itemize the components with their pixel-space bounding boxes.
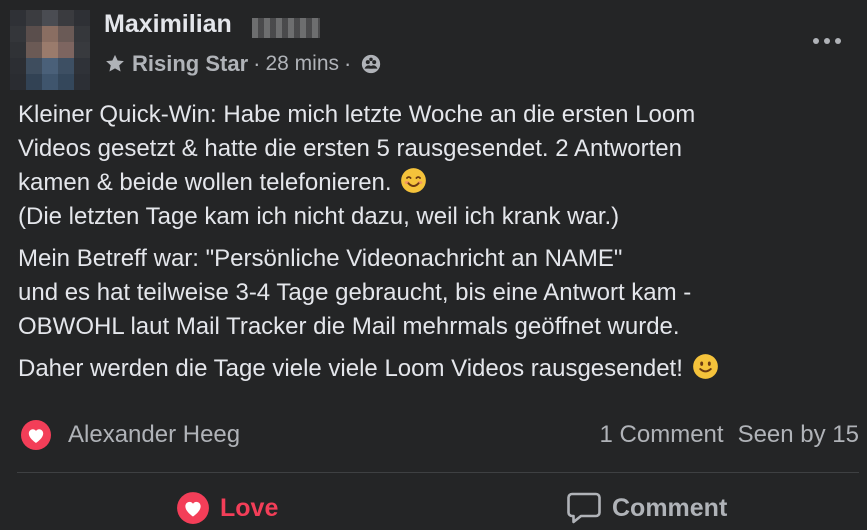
smiling-face-emoji-icon [401, 168, 427, 193]
author-name[interactable]: Maximilian [104, 10, 232, 39]
slight-smile-emoji-icon [692, 354, 718, 379]
post-timestamp[interactable]: 28 mins [265, 52, 339, 76]
post-paragraph: Daher werden die Tage viele viele Loom V… [18, 352, 858, 386]
divider [17, 472, 859, 473]
post-text-line: Mein Betreff war: "Persönliche Videonach… [18, 245, 623, 272]
reactor-name[interactable]: Alexander Heeg [68, 421, 240, 449]
post-paragraph: Kleiner Quick-Win: Habe mich letzte Woch… [18, 98, 858, 234]
more-dot [813, 38, 819, 44]
post-text-line: kamen & beide wollen telefonieren. [18, 166, 858, 200]
love-icon [177, 492, 209, 524]
comment-bubble-icon [567, 492, 601, 524]
post-text-line: OBWOHL laut Mail Tracker die Mail mehrma… [18, 313, 680, 340]
love-reaction-icon[interactable] [20, 419, 52, 451]
comment-button-label: Comment [612, 493, 728, 522]
post-text-line: Videos gesetzt & hatte die ersten 5 raus… [18, 135, 682, 162]
love-button[interactable]: Love [176, 486, 278, 530]
love-button-label: Love [220, 493, 279, 522]
avatar[interactable] [10, 10, 90, 90]
member-badge[interactable]: Rising Star [132, 51, 248, 77]
star-badge-icon [106, 54, 124, 72]
more-dot [824, 38, 830, 44]
post-text-line: (Die letzten Tage kam ich nicht dazu, we… [18, 203, 620, 230]
post-meta: Rising Star · 28 mins · [104, 50, 382, 78]
post-paragraph: Mein Betreff war: "Persönliche Videonach… [18, 242, 858, 344]
meta-separator: · [344, 51, 352, 76]
comment-count[interactable]: 1 Comment [600, 421, 724, 449]
post-header: Maximilian Rising Star · 28 mins · [0, 0, 867, 96]
post-text-line: Daher werden die Tage viele viele Loom V… [18, 352, 858, 386]
post-text-fragment: kamen & beide wollen telefonieren. [18, 169, 392, 196]
redacted-surname [252, 18, 320, 38]
more-options-button[interactable] [808, 30, 846, 52]
reactions-bar: Alexander Heeg 1 Comment Seen by 15 [18, 417, 859, 453]
meta-separator: · [253, 51, 261, 76]
comment-button[interactable]: Comment [566, 486, 727, 530]
post-stats: 1 Comment Seen by 15 [600, 421, 859, 449]
more-dot [835, 38, 841, 44]
post-text-fragment: Daher werden die Tage viele viele Loom V… [18, 355, 683, 382]
post-body: Kleiner Quick-Win: Habe mich letzte Woch… [18, 98, 858, 394]
post-text-line: Kleiner Quick-Win: Habe mich letzte Woch… [18, 101, 696, 128]
group-audience-icon[interactable] [360, 53, 382, 75]
seen-by-count[interactable]: Seen by 15 [738, 421, 859, 449]
post-text-line: und es hat teilweise 3-4 Tage gebraucht,… [18, 279, 692, 306]
